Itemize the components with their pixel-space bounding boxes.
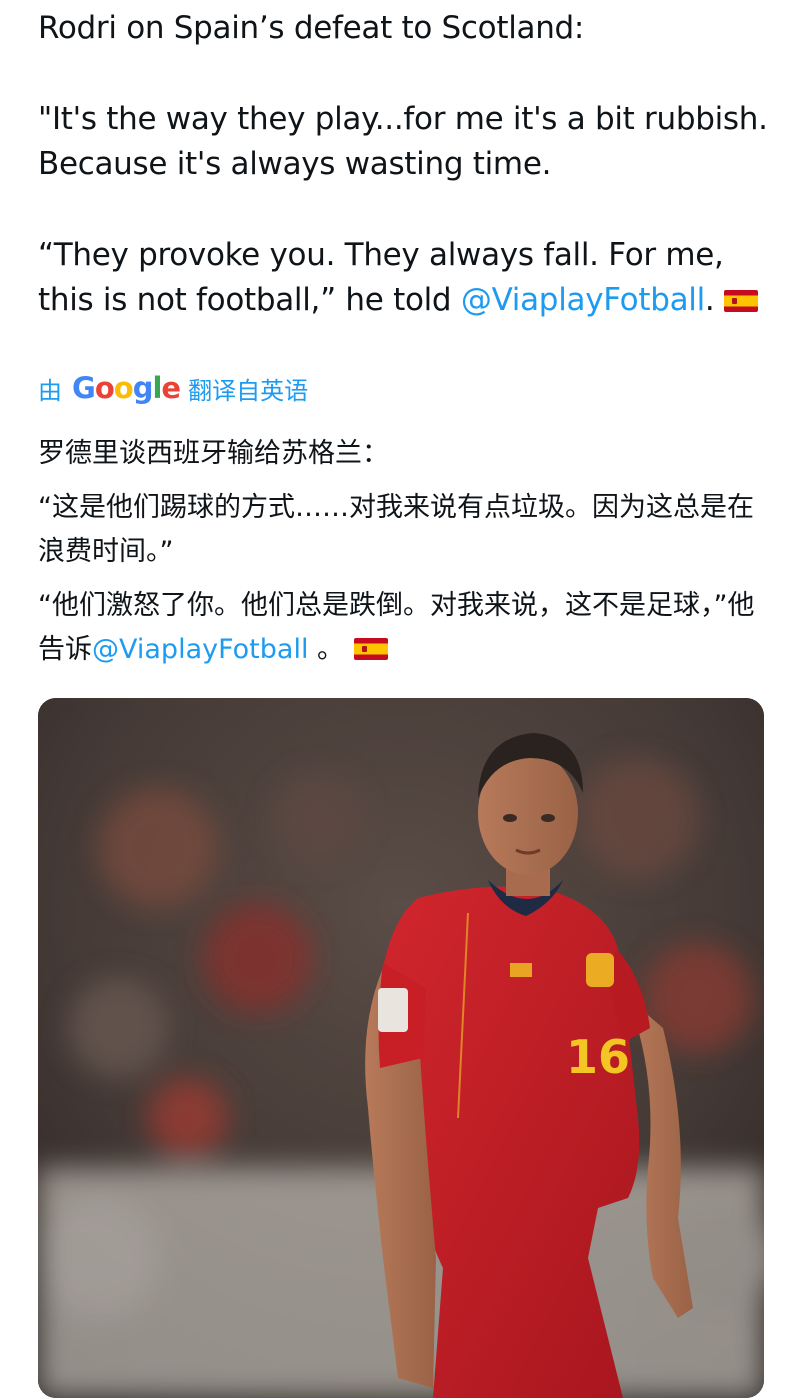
translation-para2: “他们激怒了你。他们总是跌倒。对我来说，这不是足球，”他告诉@ViaplayFo…: [38, 590, 755, 665]
flag-spain-icon: [724, 290, 759, 312]
tweet-line-title: Rodri on Spain’s defeat to Scotland:: [38, 10, 585, 46]
jersey-number: 16: [566, 1030, 630, 1084]
google-logo: Google: [72, 371, 181, 405]
translation-attribution[interactable]: 由 Google 翻译自英语: [38, 368, 308, 408]
translation-para1: “这是他们踢球的方式……对我来说有点垃圾。因为这总是在浪费时间。”: [38, 492, 754, 567]
translation-mention-link[interactable]: @ViaplayFotball: [92, 634, 308, 665]
tweet-quote2-period: .: [704, 282, 715, 318]
tweet-text: Rodri on Spain’s defeat to Scotland: "It…: [38, 6, 778, 323]
tweet-quote2-line2: this is not football,” he told @ViaplayF…: [38, 278, 778, 323]
translated-text: 罗德里谈西班牙输给苏格兰： “这是他们踢球的方式……对我来说有点垃圾。因为这总是…: [38, 432, 778, 682]
tweet-quote1-line1: "It's the way they play...for me it's a …: [38, 101, 768, 137]
player-photo: 16: [38, 698, 764, 1398]
flag-spain-icon: [354, 638, 389, 660]
translation-title: 罗德里谈西班牙输给苏格兰：: [38, 438, 389, 469]
translated-by-label: 由: [38, 376, 62, 405]
translated-from-label: 翻译自英语: [188, 376, 309, 405]
tweet-photo[interactable]: 16: [38, 698, 764, 1398]
tweet-quote1-line2: Because it's always wasting time.: [38, 146, 552, 182]
mention-link[interactable]: @ViaplayFotball: [461, 282, 705, 318]
tweet-quote2-text: this is not football,” he told: [38, 282, 461, 318]
tweet-quote2-line1: “They provoke you. They always fall. For…: [38, 237, 724, 273]
